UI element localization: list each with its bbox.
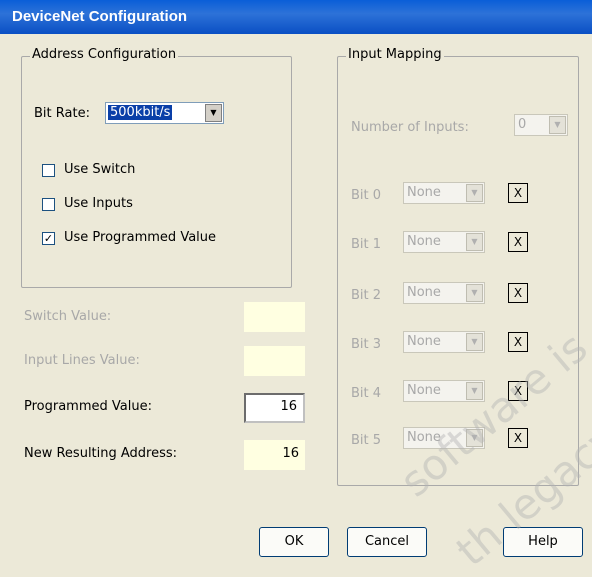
chevron-down-icon[interactable]: ▼ bbox=[549, 116, 566, 134]
number-of-inputs-select[interactable]: 0 ▼ bbox=[514, 114, 568, 136]
use-programmed-value-label[interactable]: Use Programmed Value bbox=[64, 230, 216, 245]
use-inputs-checkbox[interactable] bbox=[42, 198, 55, 211]
switch-value-field bbox=[244, 302, 305, 332]
bit-5-clear-button[interactable]: X bbox=[508, 428, 528, 448]
bit-label: Bit 0 bbox=[351, 188, 382, 203]
bit-3-clear-button[interactable]: X bbox=[508, 332, 528, 352]
bit-2-select[interactable]: None ▼ bbox=[403, 282, 485, 304]
cancel-button[interactable]: Cancel bbox=[347, 527, 427, 557]
use-inputs-label[interactable]: Use Inputs bbox=[64, 196, 133, 211]
address-configuration-legend: Address Configuration bbox=[30, 47, 179, 62]
address-configuration-group: Address Configuration bbox=[21, 47, 292, 288]
bit-label: Bit 1 bbox=[351, 237, 382, 252]
bit-label: Bit 5 bbox=[351, 433, 382, 448]
window-title: DeviceNet Configuration bbox=[12, 8, 188, 25]
input-mapping-legend: Input Mapping bbox=[346, 47, 444, 62]
chevron-down-icon[interactable]: ▼ bbox=[466, 382, 483, 400]
programmed-value-input[interactable]: 16 bbox=[244, 393, 305, 423]
chevron-down-icon[interactable]: ▼ bbox=[466, 184, 483, 202]
bit-label: Bit 4 bbox=[351, 386, 382, 401]
bit-0-clear-button[interactable]: X bbox=[508, 183, 528, 203]
bit-select-value: None bbox=[407, 334, 441, 349]
new-resulting-address-field: 16 bbox=[244, 440, 305, 470]
bit-select-value: None bbox=[407, 234, 441, 249]
bit-0-select[interactable]: None ▼ bbox=[403, 182, 485, 204]
use-programmed-value-checkbox[interactable]: ✓ bbox=[42, 232, 55, 245]
input-lines-value-field bbox=[244, 346, 305, 376]
bit-2-clear-button[interactable]: X bbox=[508, 283, 528, 303]
help-button[interactable]: Help bbox=[503, 527, 583, 557]
bit-select-value: None bbox=[407, 185, 441, 200]
chevron-down-icon[interactable]: ▼ bbox=[466, 284, 483, 302]
bit-rate-select[interactable]: 500kbit/s ▼ bbox=[105, 102, 224, 124]
bit-rate-value: 500kbit/s bbox=[108, 105, 173, 120]
bit-1-clear-button[interactable]: X bbox=[508, 232, 528, 252]
bit-select-value: None bbox=[407, 430, 441, 445]
bit-select-value: None bbox=[407, 285, 441, 300]
bit-label: Bit 3 bbox=[351, 337, 382, 352]
programmed-value-label: Programmed Value: bbox=[24, 399, 152, 414]
ok-button[interactable]: OK bbox=[259, 527, 329, 557]
bit-4-select[interactable]: None ▼ bbox=[403, 380, 485, 402]
bit-select-value: None bbox=[407, 383, 441, 398]
checkmark-icon: ✓ bbox=[43, 232, 54, 245]
bit-3-select[interactable]: None ▼ bbox=[403, 331, 485, 353]
chevron-down-icon[interactable]: ▼ bbox=[466, 429, 483, 447]
title-bar: DeviceNet Configuration bbox=[0, 0, 592, 34]
bit-rate-label: Bit Rate: bbox=[34, 106, 90, 121]
bit-5-select[interactable]: None ▼ bbox=[403, 427, 485, 449]
chevron-down-icon[interactable]: ▼ bbox=[466, 233, 483, 251]
number-of-inputs-value: 0 bbox=[518, 117, 527, 132]
use-switch-checkbox[interactable] bbox=[42, 164, 55, 177]
chevron-down-icon[interactable]: ▼ bbox=[205, 104, 222, 122]
new-resulting-address-label: New Resulting Address: bbox=[24, 446, 178, 461]
chevron-down-icon[interactable]: ▼ bbox=[466, 333, 483, 351]
switch-value-label: Switch Value: bbox=[24, 309, 112, 324]
bit-label: Bit 2 bbox=[351, 288, 382, 303]
input-lines-value-label: Input Lines Value: bbox=[24, 353, 140, 368]
bit-4-clear-button[interactable]: X bbox=[508, 381, 528, 401]
number-of-inputs-label: Number of Inputs: bbox=[351, 120, 469, 135]
use-switch-label[interactable]: Use Switch bbox=[64, 162, 135, 177]
bit-1-select[interactable]: None ▼ bbox=[403, 231, 485, 253]
